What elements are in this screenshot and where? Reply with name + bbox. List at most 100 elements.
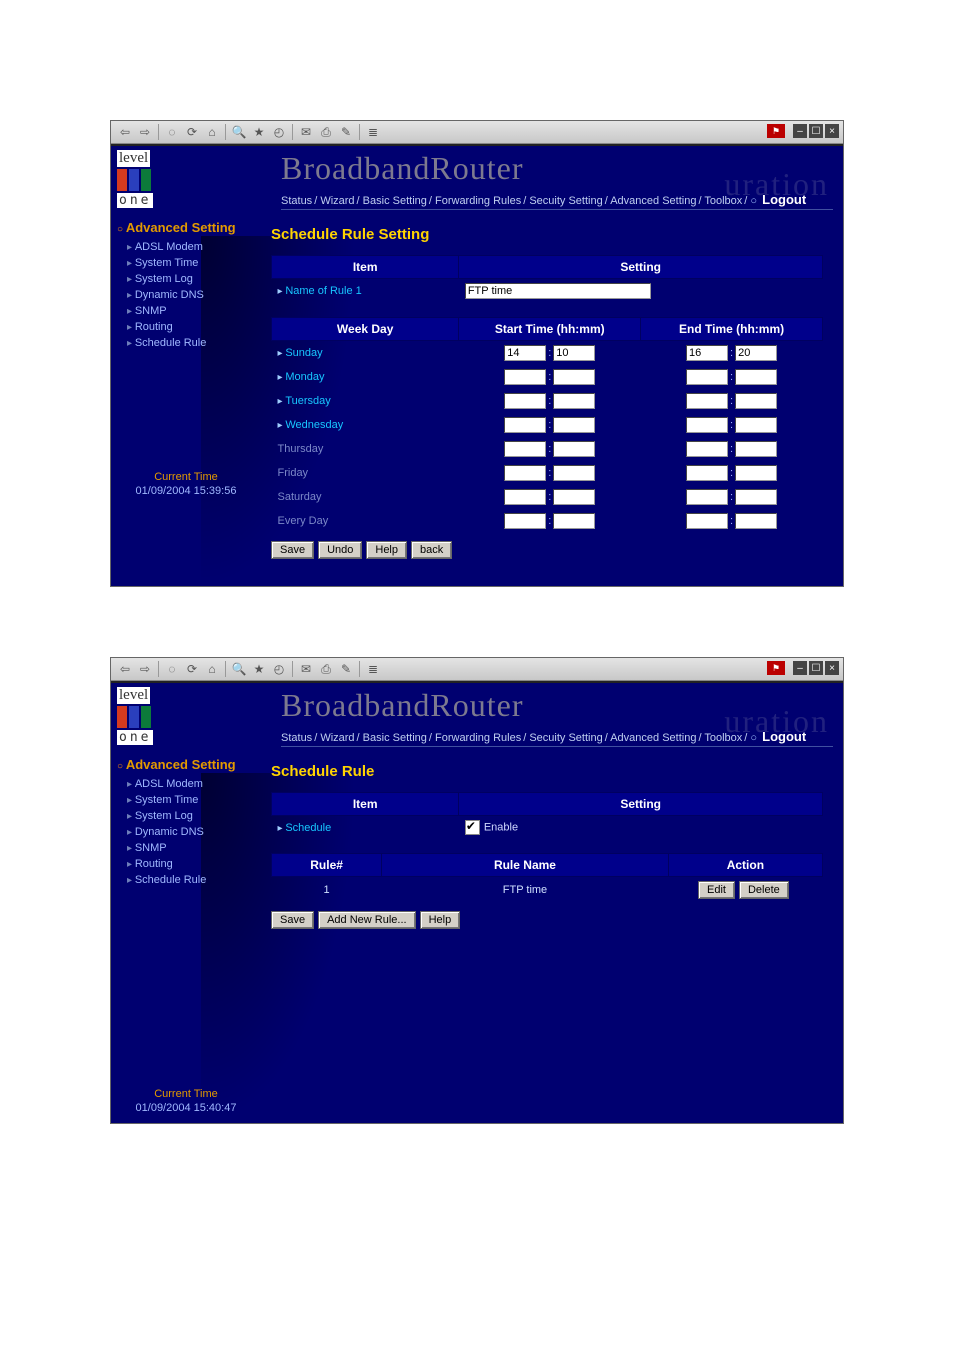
end-hour-input[interactable] (686, 489, 728, 505)
minimize-button[interactable]: – (793, 124, 807, 138)
close-button[interactable]: × (825, 124, 839, 138)
print-icon[interactable]: ⎙ (318, 661, 334, 677)
back-button[interactable]: back (411, 541, 452, 559)
end-hour-input[interactable] (686, 369, 728, 385)
start-hour-input[interactable] (504, 441, 546, 457)
start-min-input[interactable] (553, 369, 595, 385)
ie-flag-icon: ⚑ (767, 124, 785, 138)
weekday-label: Wednesday (272, 413, 459, 437)
favorites-icon[interactable]: ★ (251, 124, 267, 140)
time-colon: : (730, 491, 733, 503)
forward-icon[interactable]: ⇨ (137, 661, 153, 677)
end-min-input[interactable] (735, 465, 777, 481)
end-min-input[interactable] (735, 513, 777, 529)
start-min-input[interactable] (553, 489, 595, 505)
start-min-input[interactable] (553, 441, 595, 457)
save-button[interactable]: Save (271, 541, 314, 559)
mail-icon[interactable]: ✉ (298, 661, 314, 677)
forward-icon[interactable]: ⇨ (137, 124, 153, 140)
end-min-input[interactable] (735, 489, 777, 505)
start-hour-input[interactable] (504, 393, 546, 409)
discuss-icon[interactable]: ≣ (365, 661, 381, 677)
page-title: Schedule Rule Setting (271, 226, 823, 243)
start-hour-input[interactable] (504, 417, 546, 433)
back-icon[interactable]: ⇦ (117, 124, 133, 140)
end-min-input[interactable] (735, 369, 777, 385)
start-hour-input[interactable] (504, 465, 546, 481)
search-icon[interactable]: 🔍 (231, 124, 247, 140)
start-min-input[interactable] (553, 345, 595, 361)
home-icon[interactable]: ⌂ (204, 124, 220, 140)
start-hour-input[interactable] (504, 489, 546, 505)
end-min-input[interactable] (735, 345, 777, 361)
refresh-icon[interactable]: ⟳ (184, 661, 200, 677)
sidebar-item-system log[interactable]: System Log (127, 271, 261, 287)
start-min-input[interactable] (553, 465, 595, 481)
close-button[interactable]: × (825, 661, 839, 675)
browser-toolbar: ⇦⇨◌⟳⌂🔍★◴✉⎙✎≣⚑–☐× (111, 658, 843, 681)
edit-button[interactable]: Edit (698, 881, 735, 899)
edit-icon[interactable]: ✎ (338, 124, 354, 140)
favorites-icon[interactable]: ★ (251, 661, 267, 677)
maximize-button[interactable]: ☐ (809, 124, 823, 138)
start-min-input[interactable] (553, 393, 595, 409)
end-hour-input[interactable] (686, 441, 728, 457)
sidebar-item-system time[interactable]: System Time (127, 255, 261, 271)
col-rule-name: Rule Name (382, 854, 669, 877)
sidebar-item-adsl modem[interactable]: ADSL Modem (127, 776, 261, 792)
help-button[interactable]: Help (420, 911, 461, 929)
-ave-button[interactable]: Save (271, 911, 314, 929)
undo-button[interactable]: Undo (318, 541, 362, 559)
help-button[interactable]: Help (366, 541, 407, 559)
maximize-button[interactable]: ☐ (809, 661, 823, 675)
sidebar-item-adsl modem[interactable]: ADSL Modem (127, 239, 261, 255)
end-hour-input[interactable] (686, 417, 728, 433)
weekday-label: Tuersday (272, 389, 459, 413)
sidebar-item-snmp[interactable]: SNMP (127, 840, 261, 856)
start-min-input[interactable] (553, 513, 595, 529)
stop-icon[interactable]: ◌ (164, 661, 180, 677)
sidebar-item-dynamic dns[interactable]: Dynamic DNS (127, 287, 261, 303)
sidebar-item-schedule rule[interactable]: Schedule Rule (127, 872, 261, 888)
end-min-input[interactable] (735, 393, 777, 409)
back-icon[interactable]: ⇦ (117, 661, 133, 677)
add new rule--button[interactable]: Add New Rule... (318, 911, 415, 929)
edit-icon[interactable]: ✎ (338, 661, 354, 677)
history-icon[interactable]: ◴ (271, 124, 287, 140)
delete-button[interactable]: Delete (739, 881, 789, 899)
weekday-label: Thursday (272, 437, 459, 461)
discuss-icon[interactable]: ≣ (365, 124, 381, 140)
history-icon[interactable]: ◴ (271, 661, 287, 677)
start-hour-input[interactable] (504, 513, 546, 529)
current-time-value: 01/09/2004 15:39:56 (111, 485, 261, 497)
start-min-input[interactable] (553, 417, 595, 433)
rule-name-input[interactable] (465, 283, 651, 299)
sidebar-item-system time[interactable]: System Time (127, 792, 261, 808)
print-icon[interactable]: ⎙ (318, 124, 334, 140)
refresh-icon[interactable]: ⟳ (184, 124, 200, 140)
end-hour-input[interactable] (686, 465, 728, 481)
start-hour-input[interactable] (504, 369, 546, 385)
sidebar-item-routing[interactable]: Routing (127, 856, 261, 872)
end-hour-input[interactable] (686, 513, 728, 529)
stop-icon[interactable]: ◌ (164, 124, 180, 140)
home-icon[interactable]: ⌂ (204, 661, 220, 677)
search-icon[interactable]: 🔍 (231, 661, 247, 677)
time-colon: : (730, 347, 733, 359)
time-colon: : (548, 347, 551, 359)
sidebar-item-snmp[interactable]: SNMP (127, 303, 261, 319)
start-hour-input[interactable] (504, 345, 546, 361)
minimize-button[interactable]: – (793, 661, 807, 675)
end-min-input[interactable] (735, 417, 777, 433)
sidebar-item-schedule rule[interactable]: Schedule Rule (127, 335, 261, 351)
sidebar-item-system log[interactable]: System Log (127, 808, 261, 824)
col-start-time: Start Time (hh:mm) (459, 318, 641, 341)
browser-toolbar: ⇦⇨ ◌⟳⌂ 🔍★◴ ✉⎙✎ ≣ ⚑–☐× (111, 121, 843, 144)
mail-icon[interactable]: ✉ (298, 124, 314, 140)
end-hour-input[interactable] (686, 345, 728, 361)
sidebar-item-routing[interactable]: Routing (127, 319, 261, 335)
sidebar-item-dynamic dns[interactable]: Dynamic DNS (127, 824, 261, 840)
end-min-input[interactable] (735, 441, 777, 457)
end-hour-input[interactable] (686, 393, 728, 409)
enable-checkbox[interactable] (465, 820, 480, 835)
